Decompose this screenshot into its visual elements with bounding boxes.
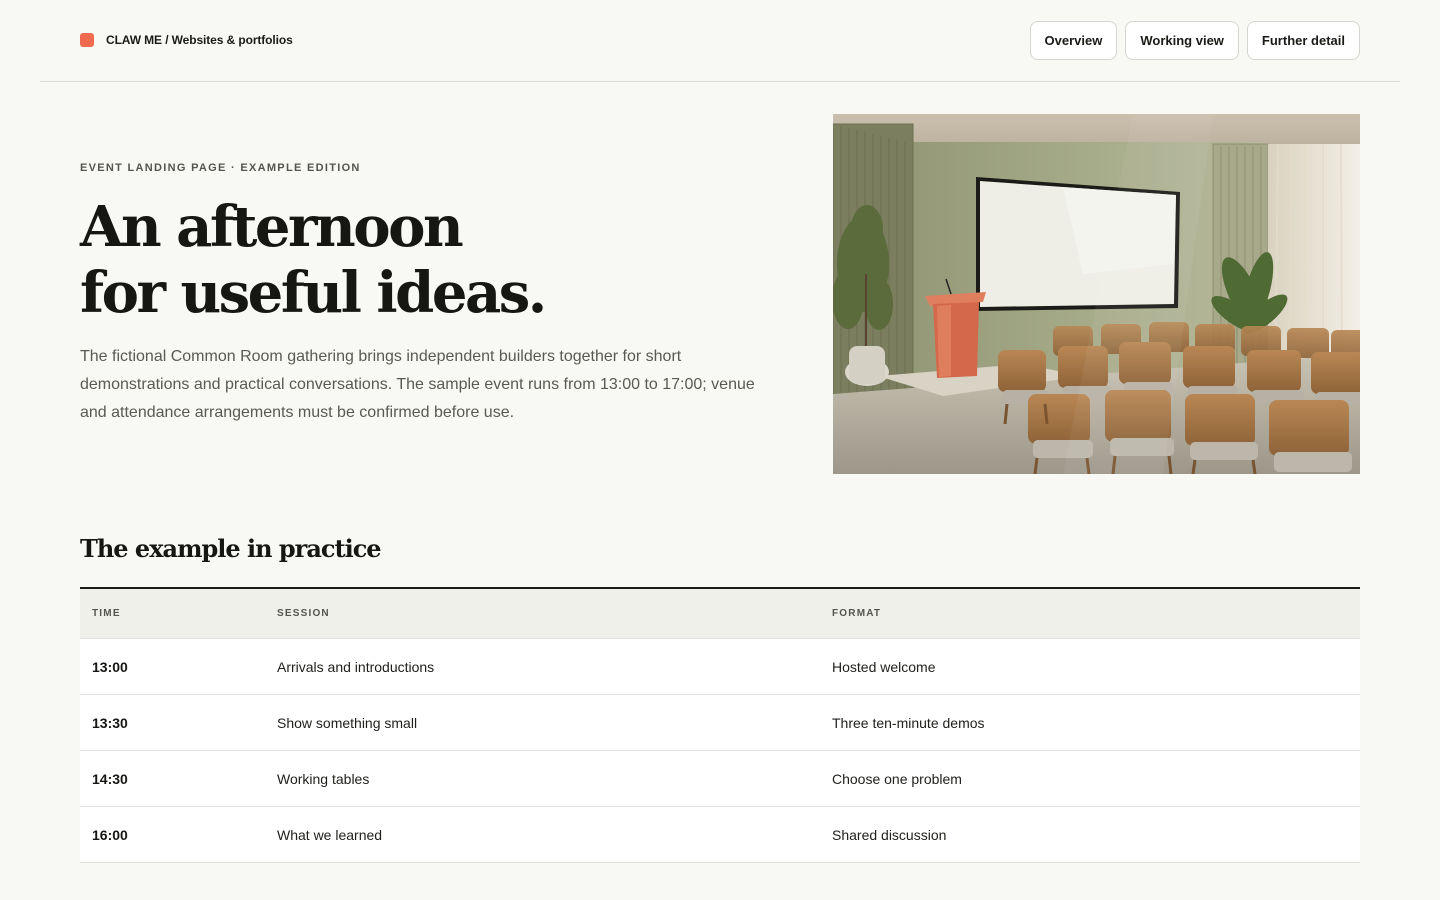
hero-event-room-image [833, 114, 1360, 474]
column-header-time: TIME [92, 608, 121, 619]
hero-eyebrow: EVENT LANDING PAGE · EXAMPLE EDITION [80, 162, 361, 174]
table-row: 14:30 Working tables Choose one problem [80, 751, 1360, 807]
row-time: 16:00 [92, 826, 128, 843]
table-row: 13:30 Show something small Three ten-min… [80, 695, 1360, 751]
nav-working-view-button[interactable]: Working view [1125, 21, 1239, 60]
schedule-table: TIME SESSION FORMAT 13:00 Arrivals and i… [80, 587, 1360, 863]
nav-further-detail-button[interactable]: Further detail [1246, 21, 1360, 60]
row-session: What we learned [277, 826, 383, 843]
brand-logo-icon [80, 33, 94, 47]
row-format: Hosted welcome [832, 658, 936, 675]
row-session: Show something small [277, 714, 418, 731]
hero-title: An afternoon for useful ideas. [80, 194, 780, 326]
row-format: Choose one problem [832, 770, 962, 787]
row-format: Shared discussion [832, 826, 947, 843]
brand[interactable]: CLAW ME / Websites & portfolios [80, 33, 293, 47]
column-header-format: FORMAT [832, 608, 882, 619]
row-format: Three ten-minute demos [832, 714, 985, 731]
hero-title-line-1: An afternoon [80, 194, 464, 260]
top-bar: CLAW ME / Websites & portfolios Overview… [40, 0, 1400, 82]
row-session: Arrivals and introductions [277, 658, 435, 675]
section-title: The example in practice [80, 534, 382, 563]
hero-title-line-2: for useful ideas. [80, 260, 547, 326]
row-session: Working tables [277, 770, 370, 787]
column-header-session: SESSION [277, 608, 330, 619]
row-time: 13:30 [92, 714, 128, 731]
top-nav: Overview Working view Further detail [1029, 21, 1360, 60]
table-header: TIME SESSION FORMAT [80, 589, 1360, 639]
row-time: 14:30 [92, 770, 128, 787]
nav-overview-button[interactable]: Overview [1029, 21, 1118, 60]
brand-name: CLAW ME / Websites & portfolios [106, 33, 293, 47]
hero-description: The fictional Common Room gathering brin… [80, 348, 755, 421]
table-row: 13:00 Arrivals and introductions Hosted … [80, 639, 1360, 695]
table-row: 16:00 What we learned Shared discussion [80, 807, 1360, 863]
row-time: 13:00 [92, 658, 128, 675]
